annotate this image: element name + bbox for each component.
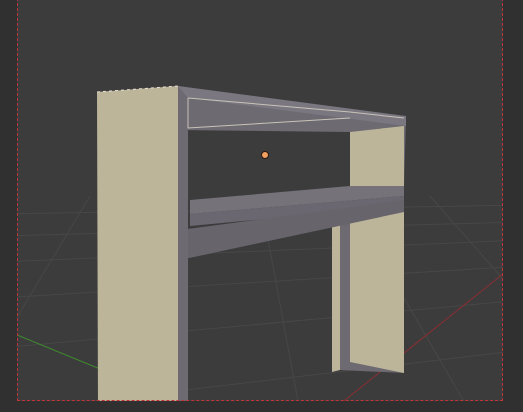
3d-viewport[interactable] [0,0,523,412]
right-leg-face [350,206,404,373]
back-panel-inner [350,126,404,186]
left-leg-face [97,86,178,412]
object-origin-point[interactable] [261,151,269,159]
right-leg-side [332,219,340,372]
camera-passepartout-left [0,0,17,412]
left-leg-side [178,86,188,412]
camera-passepartout-right [503,0,523,412]
camera-passepartout-bottom [0,401,523,412]
viewport-scene[interactable] [0,0,523,412]
